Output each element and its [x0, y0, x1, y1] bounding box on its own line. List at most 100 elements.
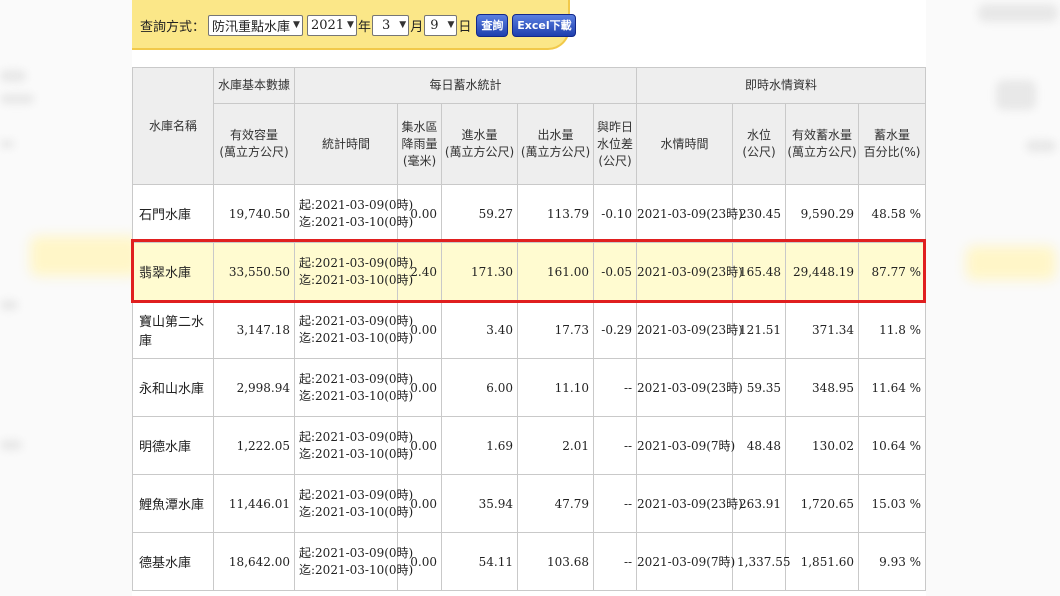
- search-button[interactable]: 查詢: [476, 13, 509, 37]
- table-cell-water-level: 48.48: [732, 416, 787, 475]
- table-row: 寶山第二水庫 3,147.18 起:2021-03-09(0時) 迄:2021-03-…: [132, 300, 927, 359]
- day-select[interactable]: 9 ▼: [424, 14, 458, 36]
- table-cell-capacity: 18,642.00: [213, 532, 295, 591]
- chevron-down-icon: ▼: [347, 20, 354, 30]
- table-cell-water-level: 165.48: [732, 242, 787, 301]
- table-cell-rainfall: 0.00: [397, 416, 442, 475]
- table-cell-storage-percent: 9.93 %: [858, 532, 927, 591]
- table-cell-outflow: 2.01: [517, 416, 594, 475]
- table-cell-outflow: 113.79: [517, 184, 594, 243]
- table-cell-storage-percent: 11.64 %: [858, 358, 927, 417]
- table-cell-level-diff: --: [592, 474, 638, 533]
- table-cell-storage: 1,720.65: [785, 474, 860, 533]
- month-select[interactable]: 3 ▼: [371, 14, 410, 36]
- header-daily-statistics: 每日蓄水統計: [293, 67, 638, 104]
- table-cell-period: 起:2021-03-09(0時) 迄:2021-03-10(0時): [294, 242, 414, 301]
- table-cell-observation-time: 2021-03-09(7時): [636, 532, 735, 591]
- table-cell-storage: 9,590.29: [785, 184, 860, 243]
- table-row: 翡翠水庫 33,550.50 起:2021-03-09(0時) 迄:2021-03-1…: [132, 242, 927, 301]
- table-cell-observation-time: 2021-03-09(7時): [636, 416, 735, 475]
- table-cell-storage: 29,448.19: [785, 242, 860, 301]
- month-unit: 月: [410, 19, 424, 35]
- period-end: 迄:2021-03-10(0時): [299, 330, 414, 345]
- table-cell-inflow: 35.94: [441, 474, 518, 533]
- right-blurred-background: [926, 0, 1060, 596]
- period-start: 起:2021-03-09(0時): [299, 197, 414, 212]
- table-cell-capacity: 19,740.50: [213, 184, 295, 243]
- table-cell-capacity: 1,222.05: [213, 416, 295, 475]
- year-unit: 年: [357, 19, 371, 35]
- table-row: 永和山水庫 2,998.94 起:2021-03-09(0時) 迄:2021-03-1…: [132, 358, 927, 417]
- table-cell-rainfall: 2.40: [397, 242, 442, 301]
- table-cell-storage: 1,851.60: [785, 532, 860, 591]
- table-cell-storage-percent: 10.64 %: [858, 416, 927, 475]
- month-value: 3: [381, 17, 391, 33]
- table-cell-rainfall: 0.00: [397, 358, 442, 417]
- table-cell-level-diff: --: [592, 532, 638, 591]
- table-cell-rainfall: 0.00: [397, 474, 442, 533]
- year-value: 2021: [310, 17, 345, 33]
- table-row: 明德水庫 1,222.05 起:2021-03-09(0時) 迄:2021-03-10…: [132, 416, 927, 475]
- table-cell-name: 寶山第二水庫: [132, 300, 214, 359]
- table-row: 石門水庫 19,740.50 起:2021-03-09(0時) 迄:2021-03-1…: [132, 184, 927, 243]
- table-cell-level-diff: -0.29: [592, 300, 638, 359]
- table-cell-observation-time: 2021-03-09(23時): [636, 358, 743, 417]
- table-cell-water-level: 1,337.55: [732, 532, 790, 591]
- table-cell-outflow: 47.79: [517, 474, 594, 533]
- header-inflow: 進水量 (萬立方公尺): [441, 103, 518, 185]
- period-start: 起:2021-03-09(0時): [299, 545, 414, 560]
- table-cell-name: 永和山水庫: [132, 358, 214, 417]
- header-reservoir-name: 水庫名稱: [132, 67, 214, 185]
- table-cell-storage: 371.34: [785, 300, 860, 359]
- header-water-level: 水位 (公尺): [732, 103, 787, 185]
- table-cell-water-level: 230.45: [732, 184, 787, 243]
- table-cell-inflow: 3.40: [441, 300, 518, 359]
- reservoir-type-select[interactable]: 防汛重點水庫 ▼: [208, 14, 303, 36]
- period-start: 起:2021-03-09(0時): [299, 255, 414, 270]
- table-cell-observation-time: 2021-03-09(23時): [636, 184, 743, 243]
- table-cell-period: 起:2021-03-09(0時) 迄:2021-03-10(0時): [294, 416, 413, 475]
- excel-download-button[interactable]: Excel下載: [512, 13, 577, 37]
- table-cell-observation-time: 2021-03-09(23時): [636, 300, 743, 359]
- table-cell-outflow: 17.73: [517, 300, 594, 359]
- reservoir-type-value: 防汛重點水庫: [212, 19, 291, 35]
- table-cell-name: 德基水庫: [132, 532, 214, 591]
- table-cell-level-diff: -0.05: [592, 242, 638, 301]
- table-cell-capacity: 11,446.01: [213, 474, 295, 533]
- period-end: 迄:2021-03-10(0時): [299, 214, 414, 229]
- table-cell-period: 起:2021-03-09(0時) 迄:2021-03-10(0時): [294, 532, 414, 591]
- period-end: 迄:2021-03-10(0時): [299, 562, 414, 577]
- header-level-diff: 與昨日 水位差 (公尺): [592, 103, 638, 185]
- table-cell-name: 石門水庫: [132, 184, 214, 243]
- header-rainfall: 集水區 降雨量 (毫米): [397, 103, 442, 185]
- table-cell-storage-percent: 11.8 %: [858, 300, 927, 359]
- table-row: 德基水庫 18,642.00 起:2021-03-09(0時) 迄:2021-03-1…: [132, 532, 927, 591]
- table-cell-capacity: 2,998.94: [213, 358, 295, 417]
- table-cell-inflow: 6.00: [441, 358, 518, 417]
- header-realtime-data: 即時水情資料: [636, 67, 927, 104]
- table-cell-storage-percent: 87.77 %: [858, 242, 927, 301]
- table-cell-outflow: 11.10: [517, 358, 594, 417]
- table-cell-inflow: 171.30: [441, 242, 518, 301]
- chevron-down-icon: ▼: [399, 20, 407, 30]
- header-basic-data: 水庫基本數據: [213, 67, 295, 104]
- header-storage-percent: 蓄水量 百分比(%): [858, 103, 927, 185]
- table-cell-period: 起:2021-03-09(0時) 迄:2021-03-10(0時): [294, 300, 414, 359]
- query-bar: 查詢方式： 防汛重點水庫 ▼ 2021 ▼ 年 3 ▼ 月 9 ▼ 日 查詢 E…: [132, 0, 577, 50]
- header-storage: 有效蓄水量 (萬立方公尺): [785, 103, 860, 185]
- period-start: 起:2021-03-09(0時): [299, 313, 414, 328]
- table-cell-level-diff: --: [592, 358, 638, 417]
- table-cell-rainfall: 0.00: [397, 300, 442, 359]
- day-unit: 日: [458, 19, 472, 35]
- period-end: 迄:2021-03-10(0時): [299, 388, 414, 403]
- table-cell-level-diff: --: [592, 416, 638, 475]
- table-cell-observation-time: 2021-03-09(23時): [636, 474, 743, 533]
- table-cell-name: 鯉魚潭水庫: [132, 474, 214, 533]
- table-cell-name: 翡翠水庫: [132, 242, 214, 301]
- table-cell-storage-percent: 15.03 %: [858, 474, 927, 533]
- year-select[interactable]: 2021 ▼: [306, 14, 357, 36]
- table-cell-inflow: 54.11: [441, 532, 518, 591]
- table-cell-period: 起:2021-03-09(0時) 迄:2021-03-10(0時): [294, 358, 414, 417]
- period-start: 起:2021-03-09(0時): [299, 371, 414, 386]
- table-cell-outflow: 161.00: [517, 242, 594, 301]
